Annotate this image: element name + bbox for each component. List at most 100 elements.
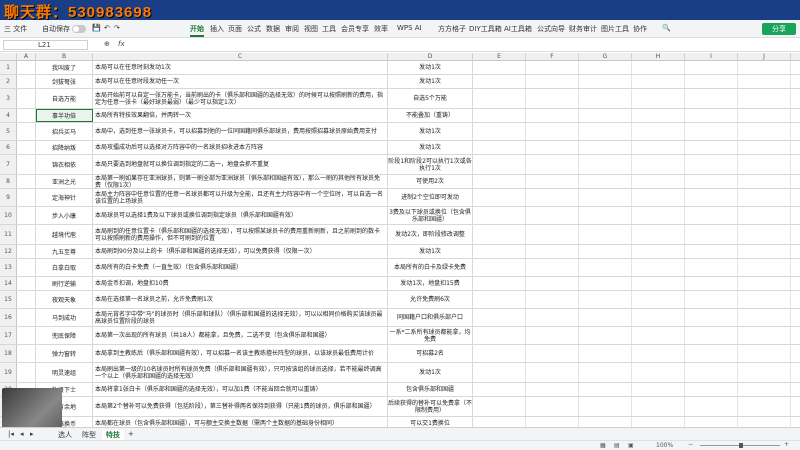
cell-empty[interactable] <box>526 189 579 206</box>
cell-empty[interactable] <box>579 259 632 276</box>
column-header[interactable]: E <box>473 53 526 61</box>
cell-empty[interactable] <box>579 397 632 416</box>
share-button[interactable]: 分享 <box>762 23 796 35</box>
row-number[interactable]: 5 <box>0 123 17 140</box>
cell-empty[interactable] <box>579 61 632 74</box>
cell-a[interactable] <box>17 345 36 362</box>
cell-skill-description[interactable]: 本局球员可以选择1费及以下球员或换位调到指定球员（俱乐部和国疆有效） <box>93 207 388 224</box>
cell-skill-effect[interactable]: 发动1次 <box>388 75 473 88</box>
cell-a[interactable] <box>17 309 36 326</box>
cell-empty[interactable] <box>579 277 632 290</box>
cell-empty[interactable] <box>526 89 579 108</box>
column-header[interactable]: I <box>685 53 738 61</box>
cell-empty[interactable] <box>526 75 579 88</box>
cell-skill-description[interactable]: 本局可以在任意时段发动任一次 <box>93 75 388 88</box>
cell-empty[interactable] <box>738 123 791 140</box>
cell-empty[interactable] <box>473 189 526 206</box>
cell-skill-name[interactable]: 越境代庖 <box>36 225 93 244</box>
cell-empty[interactable] <box>473 363 526 382</box>
cell-empty[interactable] <box>526 345 579 362</box>
page-layout-icon[interactable]: ▤ <box>614 442 620 449</box>
cell-empty[interactable] <box>738 75 791 88</box>
cell-empty[interactable] <box>473 397 526 416</box>
cell-a[interactable] <box>17 291 36 308</box>
cell-empty[interactable] <box>473 417 526 427</box>
cell-empty[interactable] <box>632 291 685 308</box>
cell-a[interactable] <box>17 175 36 188</box>
row-number[interactable]: 3 <box>0 89 17 108</box>
cell-skill-name[interactable]: 事半功倍 <box>36 109 93 122</box>
cell-empty[interactable] <box>738 109 791 122</box>
cell-empty[interactable] <box>632 383 685 396</box>
cell-skill-name[interactable]: 马到成功 <box>36 309 93 326</box>
cell-empty[interactable] <box>632 345 685 362</box>
tab-nav-next-icon[interactable]: ▸ <box>30 430 34 438</box>
cell-skill-name[interactable]: 我叫废了 <box>36 61 93 74</box>
cell-empty[interactable] <box>473 75 526 88</box>
column-header[interactable]: J <box>738 53 791 61</box>
cell-a[interactable] <box>17 155 36 174</box>
cell-empty[interactable] <box>632 309 685 326</box>
cell-empty[interactable] <box>526 175 579 188</box>
cell-empty[interactable] <box>526 309 579 326</box>
cell-empty[interactable] <box>579 109 632 122</box>
row-number[interactable]: 9 <box>0 189 17 206</box>
cell-skill-description[interactable]: 本局主力阵容中任意位置的任意一名球员都可以升级为全能，且还有主力阵容中有一个空位… <box>93 189 388 206</box>
page-break-icon[interactable]: ▣ <box>628 442 634 449</box>
row-number[interactable]: 4 <box>0 109 17 122</box>
cell-empty[interactable] <box>791 345 800 362</box>
cell-empty[interactable] <box>685 291 738 308</box>
cell-skill-effect[interactable]: 本局所有的白卡及绿卡免费 <box>388 259 473 276</box>
undo-icon[interactable]: ↶ <box>104 24 110 32</box>
menu-fangfang[interactable]: 方方格子 <box>438 24 466 34</box>
row-number[interactable]: 15 <box>0 291 17 308</box>
cell-empty[interactable] <box>738 363 791 382</box>
cell-empty[interactable] <box>473 277 526 290</box>
cell-empty[interactable] <box>632 155 685 174</box>
cell-a[interactable] <box>17 141 36 154</box>
cell-empty[interactable] <box>791 291 800 308</box>
cell-empty[interactable] <box>473 123 526 140</box>
row-number[interactable]: 19 <box>0 363 17 382</box>
cell-skill-effect[interactable]: 发动1次，地盘扣15费 <box>388 277 473 290</box>
cell-skill-effect[interactable]: 允许免费刷6次 <box>388 291 473 308</box>
cell-empty[interactable] <box>473 291 526 308</box>
cell-empty[interactable] <box>473 345 526 362</box>
cell-skill-description[interactable]: 本局金币扣调，地盘扣10费 <box>93 277 388 290</box>
cell-empty[interactable] <box>632 327 685 344</box>
cell-a[interactable] <box>17 363 36 382</box>
cell-empty[interactable] <box>473 61 526 74</box>
cell-empty[interactable] <box>685 345 738 362</box>
menu-ai-toolbox[interactable]: AI工具箱 <box>504 24 532 34</box>
cell-empty[interactable] <box>473 225 526 244</box>
cell-empty[interactable] <box>685 89 738 108</box>
cell-empty[interactable] <box>738 397 791 416</box>
cell-empty[interactable] <box>526 155 579 174</box>
menu-diy-toolbox[interactable]: DIY工具箱 <box>469 24 502 34</box>
cell-empty[interactable] <box>791 89 800 108</box>
cell-skill-description[interactable]: 本局第一次出现的所有球员（共18人）都能拿，且免费，二选不变（包含俱乐部和国疆） <box>93 327 388 344</box>
cell-empty[interactable] <box>791 417 800 427</box>
cell-skill-effect[interactable]: 发动1次 <box>388 141 473 154</box>
cell-empty[interactable] <box>579 245 632 258</box>
cell-skill-effect[interactable]: 发动2次，即阶段修改调整 <box>388 225 473 244</box>
cell-skill-name[interactable]: 剑拔弩张 <box>36 75 93 88</box>
cell-empty[interactable] <box>473 155 526 174</box>
cell-skill-description[interactable]: 本局将拿1张白卡（俱乐部和国疆的选择无效），可以加1费（不能当回合就可以重铸） <box>93 383 388 396</box>
cell-skill-description[interactable]: 本局第一刷如果存在亚洲球员，则第一刷全部为亚洲球员（俱乐部和国疆有效），那么一刷… <box>93 175 388 188</box>
cell-skill-description[interactable]: 本局刷出第一级的10名球员时所有球员免费（俱乐部和国疆有效），只可按该组的球员选… <box>93 363 388 382</box>
cell-empty[interactable] <box>685 141 738 154</box>
cell-empty[interactable] <box>632 417 685 427</box>
cell-empty[interactable] <box>685 189 738 206</box>
cell-empty[interactable] <box>632 207 685 224</box>
cell-skill-description[interactable]: 本局所有的白卡免费（一直生效）（包含俱乐部和国疆） <box>93 259 388 276</box>
cell-empty[interactable] <box>632 89 685 108</box>
cell-skill-effect[interactable]: 可以交1费换位 <box>388 417 473 427</box>
cell-skill-name[interactable]: 定海神针 <box>36 189 93 206</box>
cell-empty[interactable] <box>791 225 800 244</box>
save-icon[interactable]: 💾 <box>92 24 101 32</box>
cell-empty[interactable] <box>473 259 526 276</box>
normal-view-icon[interactable]: ▦ <box>600 442 606 449</box>
cell-a[interactable] <box>17 327 36 344</box>
cell-empty[interactable] <box>791 75 800 88</box>
